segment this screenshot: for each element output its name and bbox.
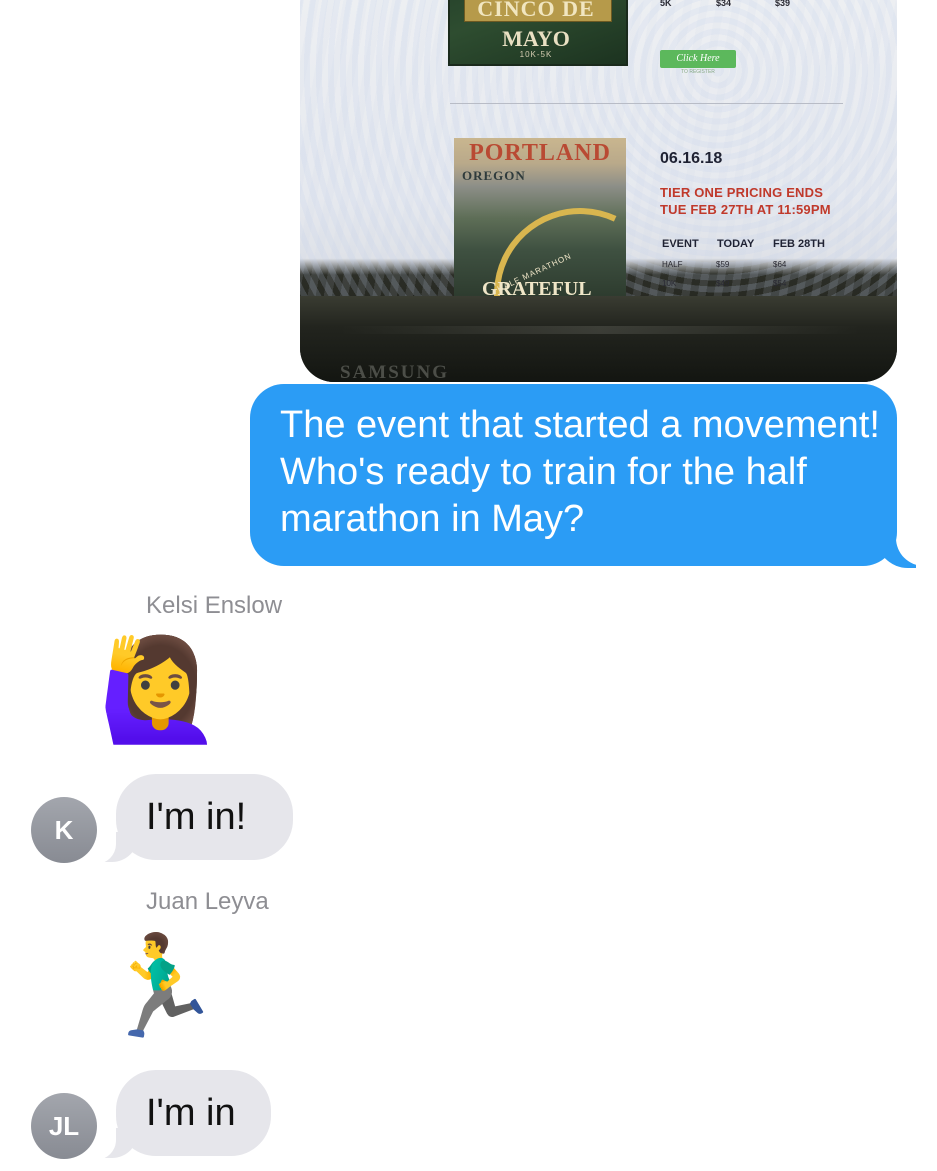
cinco-subtitle: 10K-5K (519, 50, 553, 59)
table-header-event: EVENT (662, 238, 699, 250)
sender-name: Kelsi Enslow (146, 592, 283, 619)
bezel-reflection (340, 326, 860, 334)
sender-name: Juan Leyva (146, 888, 269, 915)
cinco-col-today: $34 (716, 0, 732, 8)
tier-pricing-line-1: TIER ONE PRICING ENDS (660, 185, 824, 200)
woman-raising-hand-emoji[interactable]: 🙋‍♀️ (98, 640, 223, 740)
click-here-button: Click Here (660, 50, 736, 68)
table-cell: $64 (773, 260, 787, 269)
table-header-today: TODAY (717, 238, 755, 250)
received-message-text: I'm in (146, 1092, 236, 1134)
table-cell: $54 (773, 279, 787, 288)
table-cell: HALF (662, 260, 683, 269)
sent-message-text: The event that started a movement! Who's… (280, 404, 880, 540)
portland-grateful: GRATEFUL (482, 278, 592, 298)
received-message-text: I'm in! (146, 796, 247, 838)
event-date: 06.16.18 (660, 150, 723, 167)
portland-poster: PORTLAND OREGON HALF MARATHON GRATEFUL (454, 138, 626, 298)
divider (450, 103, 843, 104)
cinco-title-2: MAYO (502, 26, 570, 51)
avatar[interactable]: JL (31, 1093, 97, 1159)
table-cell: 10K (662, 279, 677, 288)
cinco-de-mayo-poster: CINCO DE MAYO 10K-5K (448, 0, 628, 66)
avatar[interactable]: K (31, 797, 97, 863)
table-header-feb28: FEB 28TH (773, 238, 825, 250)
cinco-title: CINCO DE (477, 0, 595, 21)
table-cell: $59 (716, 260, 730, 269)
cinco-col-later: $39 (775, 0, 791, 8)
click-here-sub: TO REGISTER (681, 69, 715, 75)
monitor-brand: SAMSUNG (340, 362, 450, 382)
photo-attachment[interactable]: CINCO DE MAYO 10K-5K 5K $34 $39 Click He… (300, 0, 897, 382)
table-cell: $49 (716, 279, 730, 288)
cinco-col-event: 5K (660, 0, 672, 8)
oregon-title: OREGON (462, 168, 526, 183)
portland-title: PORTLAND (469, 140, 611, 166)
man-running-emoji[interactable]: 🏃‍♂️ (98, 936, 223, 1036)
tier-pricing-line-2: TUE FEB 27TH AT 11:59PM (660, 202, 831, 217)
